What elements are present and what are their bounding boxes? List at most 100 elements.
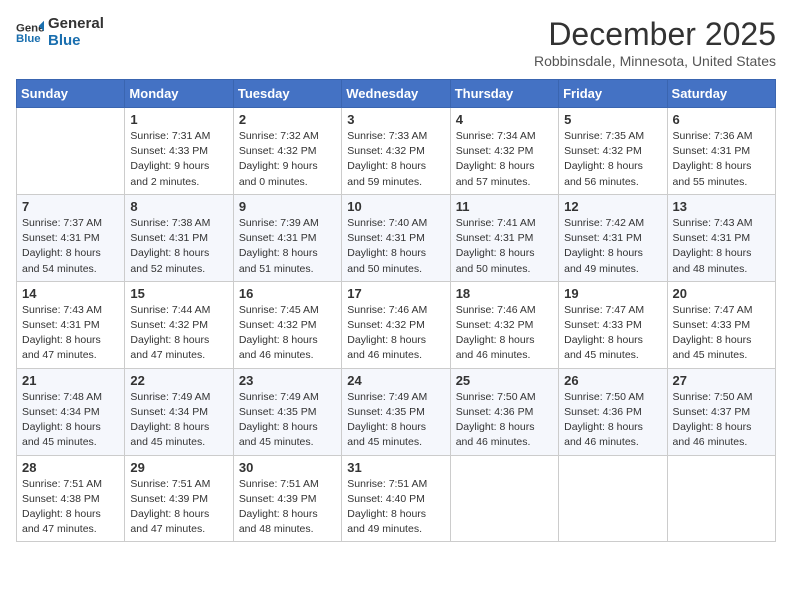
sunset-text: Sunset: 4:31 PM — [239, 232, 317, 244]
calendar-cell: 16 Sunrise: 7:45 AMSunset: 4:32 PMDayligh… — [233, 281, 341, 368]
sunrise-text: Sunrise: 7:48 AM — [22, 391, 102, 403]
calendar-cell: 8Sunrise: 7:38 AMSunset: 4:31 PMDaylight… — [125, 194, 233, 281]
cell-content: Sunrise: 7:47 AMSunset: 4:33 PMDaylight:… — [673, 303, 770, 364]
daylight-text: Daylight: 8 hours and 47 minutes. — [22, 334, 101, 361]
sunrise-text: Sunrise: 7:50 AM — [456, 391, 536, 403]
day-number: 6 — [673, 112, 770, 127]
calendar-cell: 27Sunrise: 7:50 AMSunset: 4:37 PMDayligh… — [667, 368, 775, 455]
sunrise-text: Sunrise: 7:49 AM — [130, 391, 210, 403]
sunrise-text: Sunrise: 7:51 AM — [130, 478, 210, 490]
calendar-week-row: 28Sunrise: 7:51 AMSunset: 4:38 PMDayligh… — [17, 455, 776, 542]
calendar-cell: 7Sunrise: 7:37 AMSunset: 4:31 PMDaylight… — [17, 194, 125, 281]
location: Robbinsdale, Minnesota, United States — [534, 53, 776, 69]
sunrise-text: Sunrise: 7:49 AM — [347, 391, 427, 403]
sunset-text: Sunset: 4:32 PM — [347, 319, 425, 331]
title-area: December 2025 Robbinsdale, Minnesota, Un… — [534, 16, 776, 69]
day-number: 25 — [456, 373, 553, 388]
sunrise-text: Sunrise: 7:44 AM — [130, 304, 210, 316]
calendar-cell: 21Sunrise: 7:48 AMSunset: 4:34 PMDayligh… — [17, 368, 125, 455]
daylight-text: Daylight: 8 hours and 46 minutes. — [347, 334, 426, 361]
calendar-week-row: 7Sunrise: 7:37 AMSunset: 4:31 PMDaylight… — [17, 194, 776, 281]
day-number: 23 — [239, 373, 336, 388]
sunrise-text: Sunrise: 7:37 AM — [22, 217, 102, 229]
cell-content: Sunrise: 7:43 AMSunset: 4:31 PMDaylight:… — [673, 216, 770, 277]
sunrise-text: Sunrise: 7:32 AM — [239, 130, 319, 142]
cell-content: Sunrise: 7:51 AMSunset: 4:39 PMDaylight:… — [130, 477, 227, 538]
calendar-cell: 15Sunrise: 7:44 AMSunset: 4:32 PMDayligh… — [125, 281, 233, 368]
calendar-week-row: 1Sunrise: 7:31 AMSunset: 4:33 PMDaylight… — [17, 108, 776, 195]
calendar-cell: 23Sunrise: 7:49 AMSunset: 4:35 PMDayligh… — [233, 368, 341, 455]
cell-content: Sunrise: 7:50 AMSunset: 4:37 PMDaylight:… — [673, 390, 770, 451]
sunset-text: Sunset: 4:31 PM — [673, 232, 751, 244]
daylight-text: Daylight: 8 hours and 45 minutes. — [22, 421, 101, 448]
day-number: 22 — [130, 373, 227, 388]
logo-text-general: General — [48, 16, 104, 33]
day-number: 26 — [564, 373, 661, 388]
cell-content: Sunrise: 7:42 AMSunset: 4:31 PMDaylight:… — [564, 216, 661, 277]
daylight-text: Daylight: 8 hours and 50 minutes. — [347, 247, 426, 274]
cell-content: Sunrise: 7:51 AMSunset: 4:39 PMDaylight:… — [239, 477, 336, 538]
day-number: 2 — [239, 112, 336, 127]
cell-content: Sunrise: 7:51 AMSunset: 4:38 PMDaylight:… — [22, 477, 119, 538]
calendar-week-row: 14Sunrise: 7:43 AMSunset: 4:31 PMDayligh… — [17, 281, 776, 368]
day-number: 20 — [673, 286, 770, 301]
sunset-text: Sunset: 4:33 PM — [673, 319, 751, 331]
svg-text:Blue: Blue — [16, 32, 41, 44]
col-header-monday: Monday — [125, 80, 233, 108]
day-number: 13 — [673, 199, 770, 214]
calendar-cell: 28Sunrise: 7:51 AMSunset: 4:38 PMDayligh… — [17, 455, 125, 542]
calendar-cell: 2Sunrise: 7:32 AMSunset: 4:32 PMDaylight… — [233, 108, 341, 195]
sunrise-text: Sunrise: 7:42 AM — [564, 217, 644, 229]
calendar-cell — [17, 108, 125, 195]
cell-content: Sunrise: 7:50 AMSunset: 4:36 PMDaylight:… — [456, 390, 553, 451]
day-number: 3 — [347, 112, 444, 127]
day-number: 12 — [564, 199, 661, 214]
sunrise-text: Sunrise: 7:46 AM — [347, 304, 427, 316]
calendar-cell — [559, 455, 667, 542]
calendar-cell: 29 Sunrise: 7:51 AMSunset: 4:39 PMDayligh… — [125, 455, 233, 542]
cell-content: Sunrise: 7:48 AMSunset: 4:34 PMDaylight:… — [22, 390, 119, 451]
daylight-text: Daylight: 8 hours and 46 minutes. — [239, 334, 318, 361]
day-number: 9 — [239, 199, 336, 214]
daylight-text: Daylight: 8 hours and 48 minutes. — [239, 508, 318, 535]
daylight-text: Daylight: 8 hours and 47 minutes. — [22, 508, 101, 535]
day-number: 18 — [456, 286, 553, 301]
day-number: 11 — [456, 199, 553, 214]
sunset-text: Sunset: 4:31 PM — [456, 232, 534, 244]
logo: General Blue General Blue — [16, 16, 104, 49]
sunset-text: Sunset: 4:31 PM — [347, 232, 425, 244]
day-number: 5 — [564, 112, 661, 127]
cell-content: Sunrise: 7:46 AM Sunset: 4:32 PM Daylight:… — [347, 303, 444, 364]
sunset-text: Sunset: 4:31 PM — [130, 232, 208, 244]
calendar-header-row: SundayMondayTuesdayWednesdayThursdayFrid… — [17, 80, 776, 108]
sunset-text: Sunset: 4:31 PM — [673, 145, 751, 157]
sunset-text: Sunset: 4:32 PM — [456, 319, 534, 331]
daylight-text: Daylight: 8 hours and 46 minutes. — [673, 421, 752, 448]
calendar-cell — [450, 455, 558, 542]
col-header-wednesday: Wednesday — [342, 80, 450, 108]
calendar-cell: 17Sunrise: 7:46 AMSunset: 4:32 PMDayligh… — [342, 281, 450, 368]
daylight-text: Daylight: 8 hours and 49 minutes. — [564, 247, 643, 274]
calendar-cell: 22Sunrise: 7:49 AMSunset: 4:34 PMDayligh… — [125, 368, 233, 455]
sunrise-text: Sunrise: 7:36 AM — [673, 130, 753, 142]
cell-content: Sunrise: 7:45 AMSunset: 4:32 PMDaylight:… — [239, 303, 336, 364]
cell-content: Sunrise: 7:35 AMSunset: 4:32 PMDaylight:… — [564, 129, 661, 190]
cell-content: Sunrise: 7:33 AMSunset: 4:32 PMDaylight:… — [347, 129, 444, 190]
daylight-text: Daylight: 8 hours and 52 minutes. — [130, 247, 209, 274]
sunrise-text: Sunrise: 7:51 AM — [347, 478, 427, 490]
day-number: 16 — [239, 286, 336, 301]
daylight-text: Daylight: 8 hours and 45 minutes. — [239, 421, 318, 448]
daylight-text: Daylight: 8 hours and 47 minutes. — [130, 508, 209, 535]
cell-content: Sunrise: 7:46 AMSunset: 4:32 PMDaylight:… — [456, 303, 553, 364]
sunrise-text: Sunrise: 7:43 AM — [673, 217, 753, 229]
day-number: 29 — [130, 460, 227, 475]
sunset-text: Sunset: 4:38 PM — [22, 493, 100, 505]
daylight-text: Daylight: 9 hours and 2 minutes. — [130, 160, 209, 187]
daylight-text: Daylight: 8 hours and 55 minutes. — [673, 160, 752, 187]
month-title: December 2025 — [534, 16, 776, 53]
cell-content: Sunrise: 7:50 AMSunset: 4:36 PMDaylight:… — [564, 390, 661, 451]
day-number: 14 — [22, 286, 119, 301]
daylight-text: Daylight: 8 hours and 59 minutes. — [347, 160, 426, 187]
daylight-text: Daylight: 8 hours and 45 minutes. — [564, 334, 643, 361]
calendar-cell: 24Sunrise: 7:49 AMSunset: 4:35 PMDayligh… — [342, 368, 450, 455]
